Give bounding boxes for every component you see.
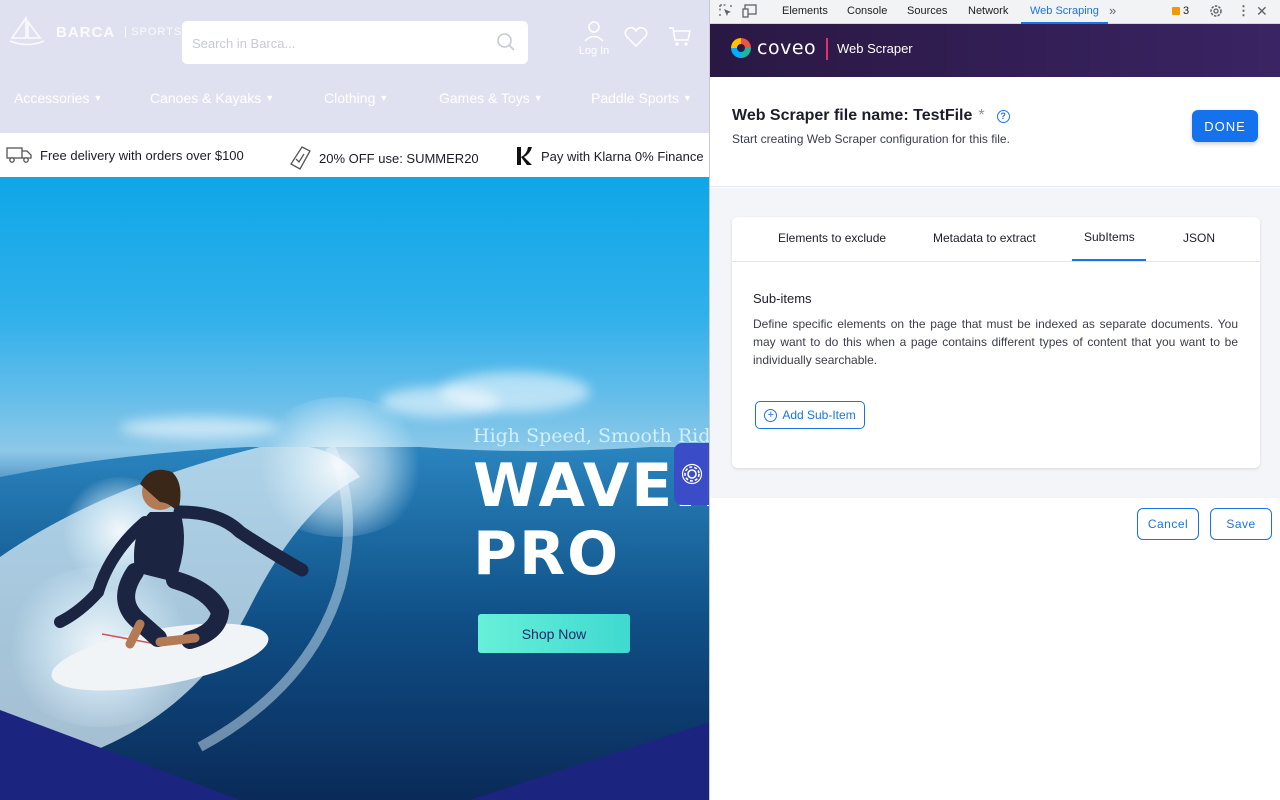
settings-tab[interactable] <box>674 443 710 505</box>
tab-metadata-to-extract[interactable]: Metadata to extract <box>933 231 1036 245</box>
gear-icon <box>681 463 703 485</box>
hero-tagline: High Speed, Smooth Ride <box>473 425 710 447</box>
category-nav: Accessories ▼ Canoes & Kayaks ▼ Clothing ▼ … <box>0 86 710 112</box>
tab-json[interactable]: JSON <box>1183 231 1215 245</box>
more-tabs-icon[interactable]: » <box>1109 3 1116 18</box>
promo-text: Free delivery with orders over $100 <box>40 147 244 163</box>
promo-free-delivery: Free delivery with orders over $100 <box>6 146 244 164</box>
chevron-down-icon: ▼ <box>93 93 103 103</box>
settings-gear-icon[interactable] <box>1209 4 1223 18</box>
login-link[interactable]: Log In <box>574 20 614 57</box>
nav-item-paddle-sports[interactable]: Paddle Sports ▼ <box>591 90 692 106</box>
chevron-down-icon: ▼ <box>533 93 543 103</box>
nav-label: Canoes & Kayaks <box>150 90 262 106</box>
devtools-toolbar: Elements Console Sources Network Web Scr… <box>710 0 1280 24</box>
tab-subitems[interactable]: SubItems <box>1084 230 1135 244</box>
close-icon[interactable]: ✕ <box>1256 3 1268 20</box>
done-button[interactable]: DONE <box>1192 110 1258 142</box>
coveo-word: coveo <box>757 37 817 59</box>
file-subtitle: Start creating Web Scraper configuration… <box>732 132 1010 146</box>
more-options-icon[interactable]: ⋮ <box>1237 3 1250 19</box>
site-search <box>182 21 528 64</box>
user-icon <box>584 21 604 42</box>
section-description: Define specific elements on the page tha… <box>753 317 1238 367</box>
chevron-down-icon: ▼ <box>379 93 389 103</box>
tab-elements[interactable]: Elements <box>782 5 828 17</box>
required-mark: * <box>978 107 985 124</box>
logo-sub: SPORTS <box>125 26 182 38</box>
issues-count: 3 <box>1183 5 1190 17</box>
tab-web-scraping[interactable]: Web Scraping <box>1030 5 1099 17</box>
tab-elements-to-exclude[interactable]: Elements to exclude <box>778 231 886 245</box>
nav-item-accessories[interactable]: Accessories ▼ <box>14 90 102 106</box>
truck-icon <box>6 147 32 163</box>
tab-sources[interactable]: Sources <box>907 5 947 17</box>
tab-console[interactable]: Console <box>847 5 887 17</box>
site-header: BARCA SPORTS Log In Accessories▼ <box>0 0 710 133</box>
website-viewport: BARCA SPORTS Log In Accessories▼ <box>0 0 710 800</box>
search-icon[interactable] <box>496 32 516 52</box>
devtools-panel: Elements Console Sources Network Web Scr… <box>709 0 1280 800</box>
add-sub-item-label: Add Sub-Item <box>782 408 856 422</box>
config-area: Elements to exclude Metadata to extract … <box>710 188 1280 498</box>
klarna-icon <box>517 147 532 165</box>
promo-text: 20% OFF use: SUMMER20 <box>319 150 479 166</box>
file-header: Web Scraper file name: TestFile * ? Star… <box>710 77 1280 187</box>
nav-label: Paddle Sports <box>591 90 679 106</box>
tab-network[interactable]: Network <box>968 5 1008 17</box>
config-card: Elements to exclude Metadata to extract … <box>732 217 1260 468</box>
file-title-text: Web Scraper file name: TestFile <box>732 107 973 124</box>
product-name: Web Scraper <box>837 41 913 56</box>
heart-icon[interactable] <box>624 26 648 48</box>
promo-discount: 20% OFF use: SUMMER20 <box>289 146 479 170</box>
nav-item-canoes-kayaks[interactable]: Canoes & Kayaks ▼ <box>150 90 274 106</box>
device-toolbar-icon[interactable] <box>742 4 758 18</box>
barca-logo[interactable]: BARCA SPORTS <box>8 16 182 48</box>
coveo-logo: coveo <box>730 37 816 59</box>
plus-circle-icon: + <box>764 408 778 422</box>
nav-label: Games & Toys <box>439 90 530 106</box>
shop-now-button[interactable]: Shop Now <box>478 614 630 653</box>
issues-counter[interactable]: 3 <box>1172 5 1189 17</box>
help-icon[interactable]: ? <box>996 109 1010 123</box>
save-button[interactable]: Save <box>1210 508 1272 540</box>
coveo-mark-icon <box>731 38 751 58</box>
active-tab-indicator <box>1072 259 1146 261</box>
config-tabs: Elements to exclude Metadata to extract … <box>732 217 1260 262</box>
chevron-down-icon: ▼ <box>682 93 692 103</box>
sailboat-icon <box>9 16 45 46</box>
file-title: Web Scraper file name: TestFile * ? <box>732 107 1010 125</box>
nav-item-clothing[interactable]: Clothing ▼ <box>324 90 388 106</box>
search-input[interactable] <box>192 32 482 54</box>
inspect-element-icon[interactable] <box>719 4 733 18</box>
issue-flag-icon <box>1172 7 1180 15</box>
coveo-divider <box>826 38 828 60</box>
chevron-down-icon: ▼ <box>265 93 275 103</box>
add-sub-item-button[interactable]: + Add Sub-Item <box>755 401 865 429</box>
cancel-button[interactable]: Cancel <box>1137 508 1199 540</box>
nav-label: Accessories <box>14 90 90 106</box>
coveo-header: coveo Web Scraper <box>710 24 1280 77</box>
cart-icon[interactable] <box>668 26 692 48</box>
promo-bar: Free delivery with orders over $100 20% … <box>0 133 710 177</box>
hero-banner: High Speed, Smooth Ride WAVER PRO Shop N… <box>0 177 710 800</box>
tag-icon <box>290 146 311 170</box>
nav-label: Clothing <box>324 90 376 106</box>
login-label: Log In <box>578 45 610 57</box>
nav-item-games-toys[interactable]: Games & Toys ▼ <box>439 90 543 106</box>
promo-text: Pay with Klarna 0% Finance <box>541 148 704 164</box>
promo-klarna: Pay with Klarna 0% Finance <box>515 146 704 166</box>
section-title: Sub-items <box>753 291 812 306</box>
logo-brand: BARCA <box>56 23 116 41</box>
